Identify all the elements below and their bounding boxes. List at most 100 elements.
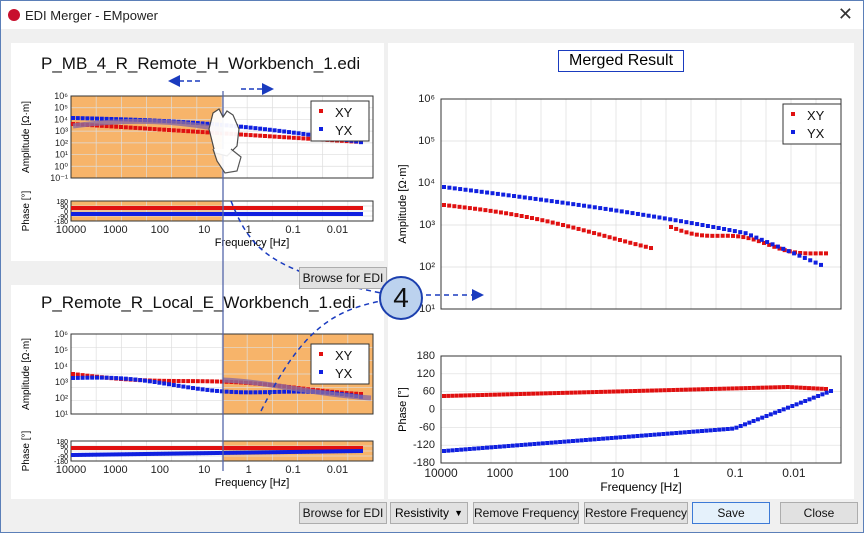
merged-phase-yx-point xyxy=(596,437,601,441)
bottom-phase-xy-point xyxy=(92,446,97,450)
bottom-phase-yx-point xyxy=(179,451,183,456)
merged-phase-yx-point xyxy=(773,410,778,415)
top-phase-xy-point xyxy=(265,206,270,210)
merged-xy-point xyxy=(689,231,694,236)
browse-edi-bottom-button[interactable]: Browse for EDI xyxy=(299,502,387,524)
top-yx-point xyxy=(239,124,243,129)
close-button[interactable]: Close xyxy=(780,502,858,524)
top-phase-xy-point xyxy=(240,206,245,210)
save-button[interactable]: Save xyxy=(692,502,770,524)
top-phase-xy-point xyxy=(114,206,119,210)
merged-phase-xy-point xyxy=(471,393,476,398)
top-yx-point xyxy=(258,126,263,131)
bottom-phase-xy-point xyxy=(247,446,252,450)
bottom-phase-xy-point xyxy=(74,446,79,450)
bottom-yx-point xyxy=(123,376,128,381)
bottom-phase-xy-point xyxy=(200,446,205,450)
merged-phase-yx-point xyxy=(786,405,790,410)
merged-xy-point xyxy=(592,231,597,236)
merged-phase-yx-point xyxy=(639,433,644,438)
top-phase-yx-point xyxy=(85,212,90,216)
bottom-phase-xy-point xyxy=(128,446,133,450)
merged-xy-point xyxy=(623,239,628,244)
merged-phase-xy-point xyxy=(501,392,506,397)
merged-phase-xy-point xyxy=(488,392,493,397)
merged-yx-point xyxy=(506,193,511,198)
resistivity-select-value: Resistivity xyxy=(395,506,450,520)
bottom-phase-xy-point xyxy=(179,446,183,450)
merged-phase-freq-tick: 100 xyxy=(549,466,569,480)
bottom-phase-yx-point xyxy=(283,450,288,455)
top-phase-yx-point xyxy=(218,212,223,216)
merged-phase-xy-point xyxy=(480,393,485,397)
merged-phase-xy-point xyxy=(603,389,608,394)
top-phase-yx-point xyxy=(290,212,295,216)
merged-phase-yx-point xyxy=(502,444,507,449)
merged-amp-y-tick: 10⁵ xyxy=(418,135,435,147)
top-phase-xy-point xyxy=(128,206,133,210)
top-xy-point xyxy=(195,129,200,134)
merged-phase-yx-point xyxy=(682,430,687,435)
top-phase-xy-point xyxy=(333,206,338,210)
top-phase-yx-point xyxy=(150,212,155,216)
bottom-phase-xy-point xyxy=(121,446,126,450)
top-xy-point xyxy=(287,135,291,140)
bottom-yx-point xyxy=(152,379,157,384)
bottom-phase-yx-point xyxy=(200,451,205,456)
merged-amp-y-tick: 10⁶ xyxy=(418,93,435,105)
top-phase-xy-point xyxy=(92,206,97,210)
top-phase-xy-point xyxy=(193,206,198,210)
bottom-phase-xy-point xyxy=(269,446,273,450)
bottom-yx-point xyxy=(272,389,277,394)
bottom-yx-point xyxy=(181,384,186,389)
top-phase-yx-point xyxy=(117,212,122,216)
top-phase-yx-point xyxy=(121,212,126,216)
merged-phase-yx-point xyxy=(536,441,541,446)
bottom-yx-point xyxy=(239,390,243,395)
restore-frequency-button[interactable]: Restore Frequency xyxy=(584,502,688,524)
top-phase-yx-point xyxy=(89,212,93,216)
top-phase-yx-point xyxy=(319,212,324,216)
merged-phase-xy-point xyxy=(683,387,688,392)
merged-phase-yx-point xyxy=(614,435,618,440)
top-yx-point xyxy=(85,116,90,121)
merged-phase-xy-point xyxy=(505,392,510,397)
merged-phase-yx-point xyxy=(725,427,730,431)
top-xy-point xyxy=(248,133,253,138)
merged-amp-y-tick: 10⁴ xyxy=(418,177,435,189)
merged-phase-xy-point xyxy=(671,388,676,392)
bottom-phase-xy-point xyxy=(171,446,176,450)
top-phase-xy-point xyxy=(74,206,79,210)
merged-phase-yx-point xyxy=(515,443,520,448)
bottom-xy-point xyxy=(191,379,195,384)
bottom-yx-point xyxy=(71,376,75,380)
merged-xy-point xyxy=(694,232,699,237)
bottom-phase-xy-point xyxy=(168,446,173,450)
top-xy-point xyxy=(263,134,267,138)
bottom-phase-xy-point xyxy=(132,446,137,450)
bottom-phase-xy-point xyxy=(146,446,151,450)
browse-edi-top-button[interactable]: Browse for EDI xyxy=(299,267,387,289)
merged-phase-yx-point xyxy=(442,449,446,453)
bottom-phase-yx-point xyxy=(351,449,356,454)
bottom-phase-xy-point xyxy=(276,446,281,450)
bottom-phase-yx-point xyxy=(305,449,309,454)
top-phase-xy-point xyxy=(78,206,83,210)
top-phase-xy-point xyxy=(179,206,183,210)
merged-yx-point xyxy=(517,194,522,199)
resistivity-select[interactable]: Resistivity ▼ xyxy=(390,502,468,524)
remove-frequency-button[interactable]: Remove Frequency xyxy=(473,502,579,524)
bottom-phase-yx-point xyxy=(125,452,129,457)
merged-legend-xy-swatch xyxy=(791,112,795,116)
top-phase-xy-point xyxy=(247,206,252,210)
top-yx-point xyxy=(243,125,248,130)
bottom-yx-point xyxy=(119,376,123,381)
bottom-phase-yx-point xyxy=(71,453,75,457)
bottom-phase-freq-tick: 100 xyxy=(151,464,169,476)
merged-amp-y-tick: 10³ xyxy=(419,219,435,231)
merged-phase-y-tick: 180 xyxy=(417,350,435,362)
merged-phase-xy-point xyxy=(599,389,604,394)
top-xy-point xyxy=(138,126,143,131)
top-phase-xy-point xyxy=(157,206,162,210)
merged-phase-xy-point xyxy=(662,388,667,393)
